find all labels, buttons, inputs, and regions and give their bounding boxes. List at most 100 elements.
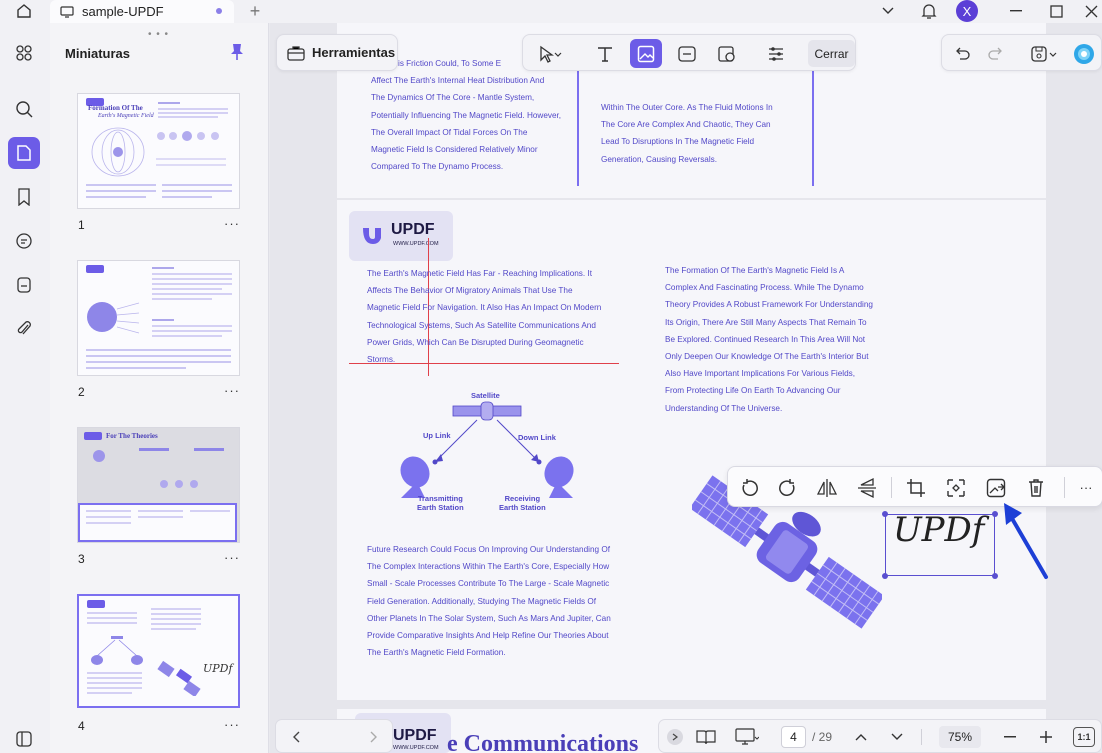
undo-icon[interactable] [948, 40, 976, 67]
user-avatar[interactable]: X [956, 0, 978, 22]
chevron-left-icon[interactable] [284, 725, 308, 749]
label-line: Receiving [504, 494, 541, 503]
thumb-heading: For The Theories [106, 432, 158, 440]
future-paragraph: Future Research Could Focus On Improving… [367, 541, 647, 661]
page-thumbnail-4[interactable]: UPDf [77, 594, 240, 708]
text-line: Within The Outer Core. As The Fluid Moti… [601, 103, 773, 112]
resize-handle[interactable] [882, 573, 888, 579]
right-paragraph: The Formation Of The Earth's Magnetic Fi… [665, 262, 905, 417]
resize-handle[interactable] [882, 511, 888, 517]
previous-page-icon[interactable] [849, 725, 873, 749]
text-line: From Protecting Life On Earth To Advanci… [665, 386, 841, 396]
label-line: Earth Station [499, 503, 546, 512]
left-rail [0, 23, 50, 753]
extract-image-icon[interactable] [982, 474, 1010, 501]
bookmark-icon[interactable] [8, 181, 40, 213]
text-line: The Dynamics Of The Core - Mantle System… [371, 93, 535, 103]
logo-mark [87, 600, 105, 608]
text-line: Magnetic Field Is Considered Relatively … [371, 145, 538, 155]
delete-icon[interactable] [1022, 474, 1050, 501]
page-number-input[interactable]: 4 [781, 726, 806, 748]
close-edit-button[interactable]: Cerrar [808, 40, 855, 67]
text-line: Its Origin, There Are Still Many Aspects… [665, 317, 867, 327]
monitor-icon [60, 5, 74, 18]
text-line: The Complex Interactions Within The Eart… [367, 562, 610, 572]
text-line: Affects The Behavior Of Migratory Animal… [367, 286, 573, 296]
attachment-icon[interactable] [8, 313, 40, 345]
document-tab[interactable]: sample-UPDF [50, 0, 234, 23]
watermark-tool-icon[interactable] [711, 40, 743, 67]
tools-button[interactable]: Herramientas [276, 34, 398, 71]
reading-mode-icon[interactable] [693, 725, 719, 749]
document-canvas[interactable]: tory, This Friction Could, To Some E Aff… [270, 23, 1102, 753]
prev-col2: Within The Outer Core. As The Fluid Moti… [601, 99, 801, 168]
text-line: Provide Comparative Insights And Help Re… [367, 631, 609, 641]
chevron-right-icon[interactable] [362, 725, 386, 749]
more-options-icon[interactable]: ··· [1072, 474, 1100, 501]
thumbnails-icon[interactable] [8, 137, 40, 169]
maximize-icon[interactable] [1045, 0, 1067, 22]
zoom-in-icon[interactable] [1035, 725, 1057, 749]
panel-grip[interactable]: • • • [148, 29, 169, 40]
page-thumbnail-1[interactable]: Formation Of The Earth's Magnetic Field [77, 93, 240, 209]
stamp-icon[interactable] [8, 269, 40, 301]
thumb-more-button-3[interactable]: ··· [224, 550, 240, 565]
zoom-level[interactable]: 75% [939, 726, 981, 748]
title-bar: sample-UPDF + X [0, 0, 1102, 23]
label-receiving: Receiving Earth Station [499, 494, 546, 512]
text-line: Be Explored. Continued Research In This … [665, 334, 866, 344]
text-line: Theory Provides A Robust Framework For U… [665, 300, 873, 310]
slideshow-icon[interactable] [733, 725, 761, 749]
logo-block[interactable]: UPDF WWW.UPDF.COM [349, 211, 453, 261]
bell-icon[interactable] [918, 0, 940, 22]
rotate-right-icon[interactable] [774, 474, 802, 501]
page-thumbnail-2[interactable] [77, 260, 240, 376]
toolbar-divider [1064, 477, 1065, 498]
rotate-left-icon[interactable] [735, 474, 763, 501]
redo-icon[interactable] [982, 40, 1010, 67]
text-tool-icon[interactable] [589, 40, 621, 67]
search-icon[interactable] [8, 93, 40, 125]
tools-label: Herramientas [312, 45, 396, 60]
actual-size-button[interactable]: 1:1 [1073, 727, 1095, 747]
logo-url: WWW.UPDF.COM [393, 745, 439, 751]
text-line: Technological Systems, Such As Satellite… [367, 320, 596, 330]
next-heading: e Communications [447, 731, 639, 753]
pin-icon[interactable] [229, 43, 245, 61]
resize-handle[interactable] [992, 573, 998, 579]
thumb-number-4: 4 [78, 719, 85, 733]
text-line: Compared To The Dynamo Process. [371, 162, 504, 172]
close-window-icon[interactable] [1080, 0, 1102, 22]
thumb-more-button-1[interactable]: ··· [224, 216, 240, 231]
thumb-more-button-4[interactable]: ··· [224, 717, 240, 732]
thumb-number-3: 3 [78, 552, 85, 566]
text-line: Other Planets In The Solar System, Such … [367, 613, 611, 623]
flip-vertical-icon[interactable] [853, 474, 881, 501]
flip-horizontal-icon[interactable] [813, 474, 841, 501]
new-tab-icon[interactable]: + [244, 0, 266, 22]
save-icon[interactable] [1024, 40, 1064, 67]
collapse-icon[interactable] [667, 729, 683, 745]
replace-image-icon[interactable] [942, 474, 970, 501]
image-tool-icon[interactable] [630, 39, 662, 68]
apps-grid-icon[interactable] [8, 37, 40, 69]
page-thumbnail-3[interactable]: For The Theories [77, 427, 240, 543]
column-divider [812, 63, 814, 186]
chevron-down-icon[interactable] [878, 0, 898, 22]
comment-icon[interactable] [8, 225, 40, 257]
crop-icon[interactable] [902, 474, 930, 501]
next-page-icon[interactable] [885, 725, 909, 749]
layers-icon[interactable] [8, 723, 40, 753]
select-pointer-icon[interactable] [533, 40, 567, 67]
link-tool-icon[interactable] [671, 40, 703, 67]
home-icon[interactable] [12, 0, 36, 22]
image-selection-box[interactable] [882, 511, 998, 579]
minimize-icon[interactable] [1005, 0, 1027, 22]
ai-assistant-icon[interactable] [1070, 40, 1098, 67]
resize-handle[interactable] [992, 511, 998, 517]
unsaved-dot [216, 8, 222, 14]
thumb-more-button-2[interactable]: ··· [224, 383, 240, 398]
properties-icon[interactable] [760, 40, 792, 67]
zoom-out-icon[interactable] [999, 725, 1021, 749]
logo-mark [84, 432, 102, 440]
